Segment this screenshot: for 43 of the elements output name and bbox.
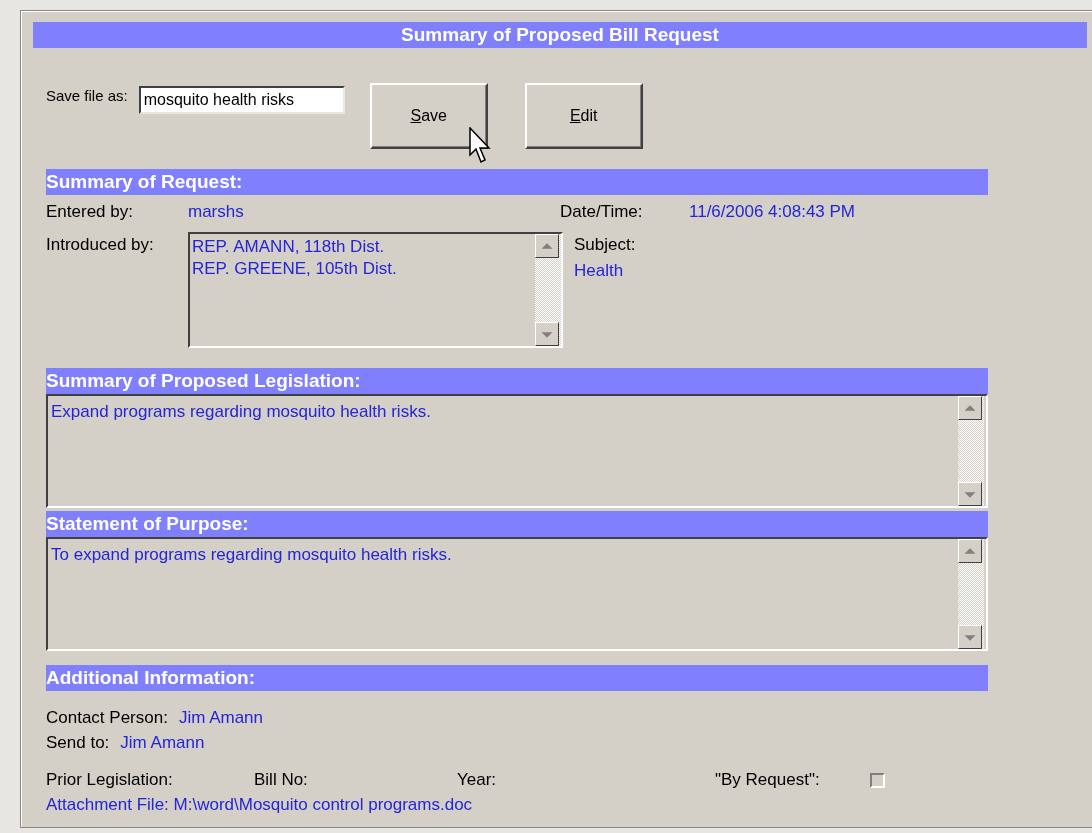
section-header: Additional Information: [46,665,988,691]
field-label: Entered by: [46,201,134,224]
field-label: Send to: [46,731,110,754]
list-item[interactable]: REP. AMANN, 118th Dist. [192,236,535,258]
scroll-down-icon[interactable] [958,482,982,506]
text-area-content: Expand programs regarding mosquito health risks. [50,401,432,423]
field-label: Prior Legislation: [46,769,174,792]
scrollbar[interactable] [535,234,561,346]
field-label: Bill No: [254,769,309,792]
file-name-field[interactable]: mosquito health risks [138,86,345,114]
section-header: Summary of Request: [46,169,988,195]
scroll-up-icon[interactable] [958,539,982,563]
list-item[interactable]: REP. GREENE, 105th Dist. [192,258,535,280]
scrollbar[interactable] [958,539,984,649]
scroll-up-icon[interactable] [535,234,559,258]
cursor-icon [469,127,491,165]
text-area[interactable]: To expand programs regarding mosquito health risks. [46,537,988,651]
button[interactable]: Edit [524,83,643,149]
section-header: Summary of Proposed Legislation: [46,368,988,394]
field-value: Jim Amann [120,731,205,754]
field-label: Save file as: [46,86,128,106]
text-area[interactable]: Expand programs regarding mosquito health risks. [46,394,988,508]
checkbox[interactable] [870,772,885,788]
scrollbar[interactable] [958,396,984,506]
field-label: Contact Person: [46,706,168,729]
scroll-down-icon[interactable] [958,625,982,649]
window-title: Summary of Proposed Bill Request [33,22,1087,48]
field-label: Introduced by: [46,234,155,256]
field-value: marshs [188,201,245,224]
field-label: Year: [457,769,498,792]
section-header: Statement of Purpose: [46,511,988,537]
field-label: Subject: [574,234,636,256]
scroll-up-icon[interactable] [958,396,982,420]
text-area-content: To expand programs regarding mosquito health risks. [50,544,453,566]
field-value: Health [574,260,625,282]
scroll-down-icon[interactable] [535,322,559,346]
button[interactable]: Save [369,83,488,149]
field-label: "By Request": [715,769,821,792]
list-box[interactable]: REP. AMANN, 118th Dist. REP. GREENE, 105th Dist. [188,232,563,348]
attachment-path: Attachment File: M:\word\Mosquito control programs.doc [46,794,474,816]
field-value: Jim Amann [178,706,263,729]
field-label: Date/Time: [560,201,644,224]
field-value: 11/6/2006 4:08:43 PM [689,201,856,224]
